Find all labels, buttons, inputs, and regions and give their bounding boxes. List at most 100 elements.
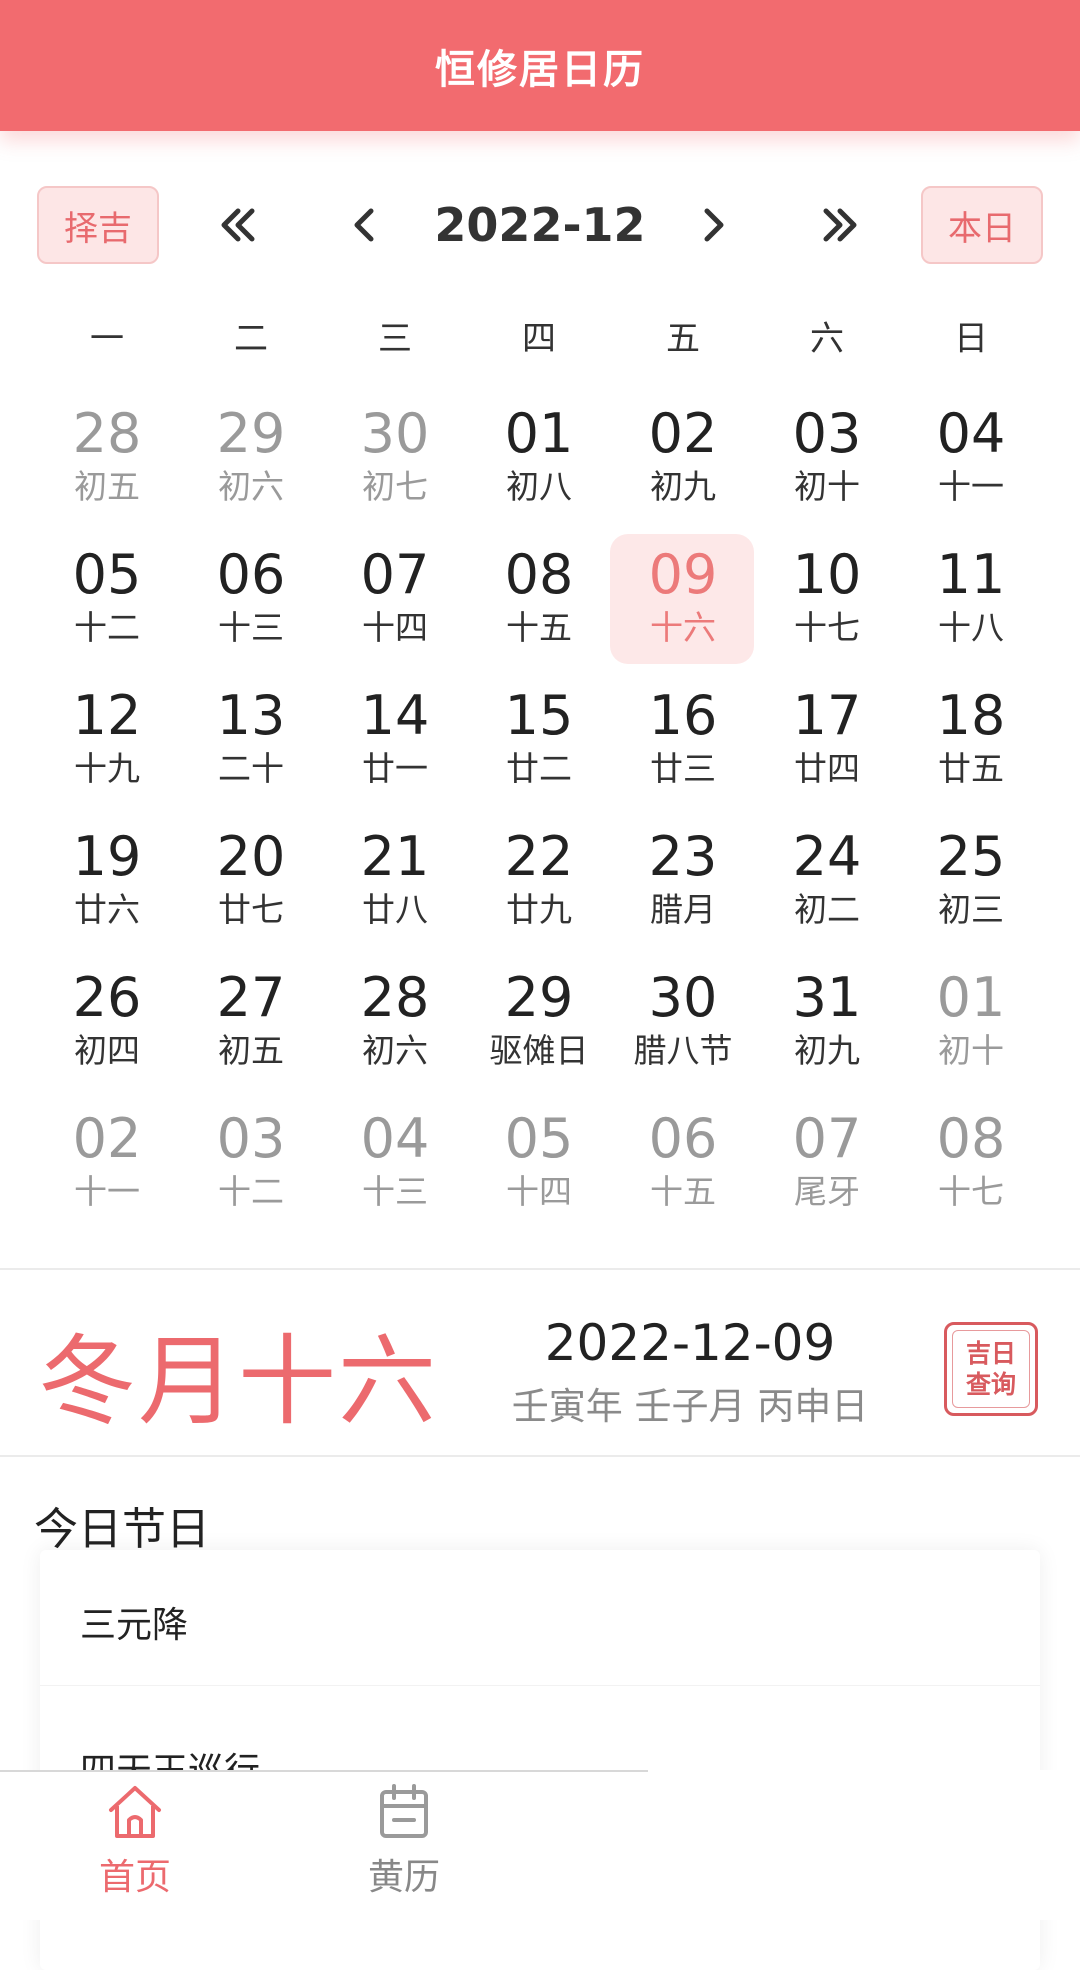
today-button[interactable]: 本日 xyxy=(921,186,1043,264)
lunar-day-label: 廿五 xyxy=(938,749,1004,788)
lunar-day-label: 十六 xyxy=(650,608,716,647)
day-number: 23 xyxy=(648,825,718,888)
calendar-day[interactable]: 29 驱傩日 xyxy=(467,954,611,1095)
calendar-day[interactable]: 22 廿九 xyxy=(467,813,611,954)
festivals-title: 今日节日 xyxy=(34,1504,210,1555)
solar-date-display: 2022-12-09 xyxy=(544,1314,836,1372)
lunar-day-label: 十七 xyxy=(794,608,860,647)
day-number: 02 xyxy=(72,1107,142,1170)
calendar-day[interactable]: 13 二十 xyxy=(179,672,323,813)
day-number: 02 xyxy=(648,402,718,465)
calendar-day[interactable]: 14 廿一 xyxy=(323,672,467,813)
lunar-day-label: 十八 xyxy=(938,608,1004,647)
lunar-day-label: 十五 xyxy=(650,1172,716,1211)
day-number: 11 xyxy=(936,543,1006,606)
calendar-day[interactable]: 30 腊八节 xyxy=(611,954,755,1095)
calendar-day[interactable]: 04 十一 xyxy=(899,390,1043,531)
calendar-day[interactable]: 04 十三 xyxy=(323,1095,467,1236)
lunar-day-label: 廿六 xyxy=(74,890,140,929)
day-number: 28 xyxy=(360,966,430,1029)
calendar-day[interactable]: 03 初十 xyxy=(755,390,899,531)
calendar-day[interactable]: 05 十二 xyxy=(35,531,179,672)
lunar-day-label: 十四 xyxy=(506,1172,572,1211)
day-number: 07 xyxy=(792,1107,862,1170)
tab-almanac[interactable]: 黄历 xyxy=(314,1780,494,1920)
lunar-day-label: 廿八 xyxy=(362,890,428,929)
weekday-label: 四 xyxy=(522,318,556,359)
calendar-day[interactable]: 08 十五 xyxy=(467,531,611,672)
calendar-day[interactable]: 02 初九 xyxy=(611,390,755,531)
day-number: 01 xyxy=(936,966,1006,1029)
calendar-day[interactable]: 07 尾牙 xyxy=(755,1095,899,1236)
lunar-day-label: 十四 xyxy=(362,608,428,647)
select-auspicious-button[interactable]: 择吉 xyxy=(37,186,159,264)
day-number: 26 xyxy=(72,966,142,1029)
calendar-day[interactable]: 30 初七 xyxy=(323,390,467,531)
calendar-day[interactable]: 01 初八 xyxy=(467,390,611,531)
day-number: 03 xyxy=(792,402,862,465)
calendar-day[interactable]: 24 初二 xyxy=(755,813,899,954)
double-chevron-right-icon xyxy=(823,208,857,242)
calendar-day[interactable]: 19 廿六 xyxy=(35,813,179,954)
day-number: 14 xyxy=(360,684,430,747)
calendar-day[interactable]: 21 廿八 xyxy=(323,813,467,954)
lunar-day-label: 初二 xyxy=(794,890,860,929)
weekday-label: 五 xyxy=(666,318,700,359)
tab-home[interactable]: 首页 xyxy=(45,1780,225,1920)
calendar-day[interactable]: 17 廿四 xyxy=(755,672,899,813)
calendar-day[interactable]: 08 十七 xyxy=(899,1095,1043,1236)
lunar-day-label: 尾牙 xyxy=(794,1172,860,1211)
next-year-button[interactable] xyxy=(805,190,875,260)
calendar-day[interactable]: 05 十四 xyxy=(467,1095,611,1236)
day-number: 12 xyxy=(72,684,142,747)
weekday-label: 一 xyxy=(90,318,124,359)
day-number: 31 xyxy=(792,966,862,1029)
next-month-button[interactable] xyxy=(678,190,748,260)
lunar-day-label: 廿三 xyxy=(650,749,716,788)
calendar-day[interactable]: 02 十一 xyxy=(35,1095,179,1236)
calendar-day[interactable]: 12 十九 xyxy=(35,672,179,813)
lunar-day-label: 十一 xyxy=(74,1172,140,1211)
calendar-day[interactable]: 23 腊月 xyxy=(611,813,755,954)
calendar-day[interactable]: 18 廿五 xyxy=(899,672,1043,813)
calendar-day[interactable]: 03 十二 xyxy=(179,1095,323,1236)
double-chevron-left-icon xyxy=(221,208,255,242)
calendar-day[interactable]: 11 十八 xyxy=(899,531,1043,672)
lunar-day-label: 十三 xyxy=(362,1172,428,1211)
calendar-day[interactable]: 06 十三 xyxy=(179,531,323,672)
chevron-left-icon xyxy=(354,208,374,242)
calendar-day[interactable]: 28 初六 xyxy=(323,954,467,1095)
calendar-day[interactable]: 15 廿二 xyxy=(467,672,611,813)
calendar-day[interactable]: 31 初九 xyxy=(755,954,899,1095)
day-number: 27 xyxy=(216,966,286,1029)
calendar-day[interactable]: 26 初四 xyxy=(35,954,179,1095)
app-header: 恒修居日历 xyxy=(0,0,1080,131)
festival-item[interactable]: 三元降 xyxy=(80,1596,188,1648)
day-number: 13 xyxy=(216,684,286,747)
seal-text-line2: 查询 xyxy=(965,1370,1016,1399)
day-number: 06 xyxy=(648,1107,718,1170)
prev-month-button[interactable] xyxy=(330,190,400,260)
calendar-day[interactable]: 28 初五 xyxy=(35,390,179,531)
calendar-day[interactable]: 06 十五 xyxy=(611,1095,755,1236)
chevron-right-icon xyxy=(704,208,724,242)
auspicious-query-button[interactable]: 吉日 查询 xyxy=(944,1322,1038,1416)
weekday-label: 日 xyxy=(954,318,988,359)
divider xyxy=(40,1685,1040,1686)
prev-year-button[interactable] xyxy=(203,190,273,260)
calendar-day[interactable]: 25 初三 xyxy=(899,813,1043,954)
lunar-day-label: 初九 xyxy=(650,467,716,506)
lunar-day-label: 廿二 xyxy=(506,749,572,788)
current-month-label[interactable]: 2022-12 xyxy=(420,186,660,264)
day-number: 08 xyxy=(504,543,574,606)
calendar-day[interactable]: 07 十四 xyxy=(323,531,467,672)
lunar-day-label: 腊八节 xyxy=(633,1031,733,1070)
calendar-day[interactable]: 10 十七 xyxy=(755,531,899,672)
lunar-day-label: 十二 xyxy=(74,608,140,647)
calendar-day-selected[interactable]: 09 十六 xyxy=(610,531,755,672)
calendar-day[interactable]: 27 初五 xyxy=(179,954,323,1095)
calendar-day[interactable]: 16 廿三 xyxy=(611,672,755,813)
calendar-day[interactable]: 29 初六 xyxy=(179,390,323,531)
calendar-day[interactable]: 20 廿七 xyxy=(179,813,323,954)
calendar-day[interactable]: 01 初十 xyxy=(899,954,1043,1095)
